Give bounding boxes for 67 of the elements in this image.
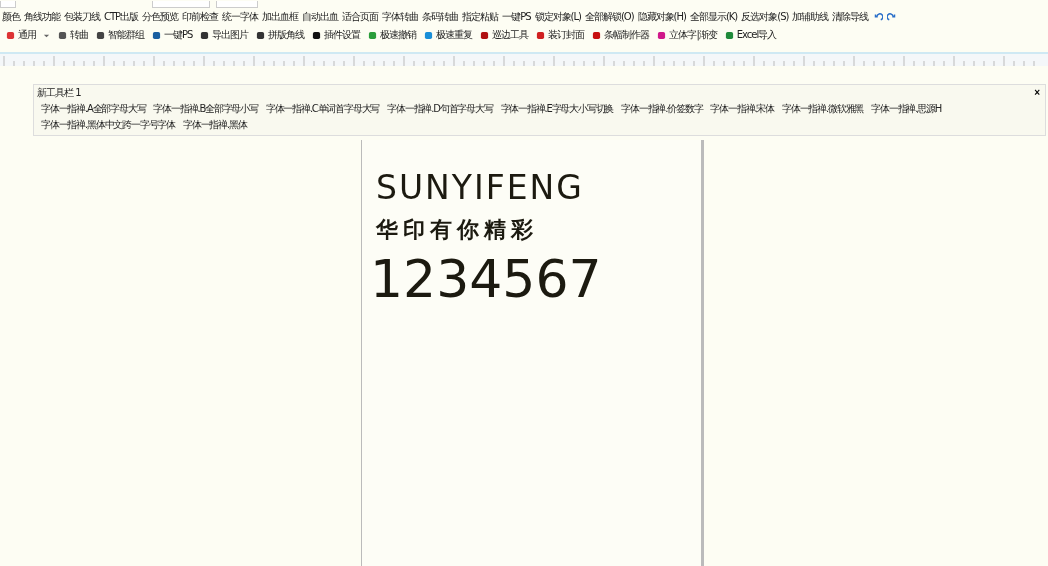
- close-button[interactable]: ×: [1032, 88, 1042, 98]
- tool-icon: [424, 30, 434, 40]
- tool-icon: [312, 30, 322, 40]
- menu-item[interactable]: CTP出版: [102, 10, 141, 24]
- menu-item[interactable]: 统一字体: [220, 10, 261, 24]
- page-text: 1234567: [370, 249, 602, 309]
- tool-icon: [480, 30, 490, 40]
- toolbar-button[interactable]: 拼版角线: [254, 28, 311, 42]
- toolbar-button[interactable]: 字体一指禅.D句首字母大写: [383, 102, 497, 116]
- tool-icon: [256, 30, 266, 40]
- menu-item[interactable]: 指定粘贴: [460, 10, 501, 24]
- page-text: SUNYIFENG: [376, 168, 584, 207]
- menu-item[interactable]: 加出血框: [260, 10, 301, 24]
- toolbar-button[interactable]: 插件设置: [310, 28, 367, 42]
- tool-icon: [58, 30, 67, 40]
- undo-icon[interactable]: [874, 12, 884, 22]
- redo-icon[interactable]: [887, 12, 897, 22]
- menu-item[interactable]: 清除导线: [830, 10, 871, 24]
- menu-item[interactable]: 全部解锁(O): [582, 10, 636, 24]
- tool-icon: [152, 30, 161, 40]
- tool-icon: [200, 30, 210, 40]
- toolbar-button[interactable]: 条幅制作器: [590, 28, 656, 42]
- toolbar-button[interactable]: 字体一指禅.A全部字母大写: [37, 102, 150, 116]
- toolbar-button[interactable]: 字体一指禅.思源H: [867, 102, 946, 116]
- toolbar-button[interactable]: 转曲: [56, 28, 94, 42]
- toolbar-button[interactable]: 字体一指禅.E字母大小写切换: [496, 102, 618, 116]
- tool-icon: [96, 30, 105, 40]
- menu-item[interactable]: 自动出血: [300, 10, 341, 24]
- menu-item[interactable]: 条码转曲: [420, 10, 461, 24]
- menu-item[interactable]: 适合页面: [340, 10, 381, 24]
- menu-item[interactable]: 颜色: [0, 10, 22, 24]
- toolbar-button[interactable]: 字体一指禅.微软雅黑: [778, 102, 868, 116]
- menu-item[interactable]: 全部显示(K): [687, 10, 740, 24]
- toolbar-button[interactable]: 字体一指禅.C单词首字母大写: [261, 102, 384, 116]
- toolbar-button[interactable]: 导出图片: [198, 28, 255, 42]
- tool-icon: [657, 30, 667, 40]
- toolbar-button[interactable]: 极速撤销: [366, 28, 423, 42]
- toolbar-button[interactable]: 立体字|渐变: [655, 28, 723, 42]
- tool-icon: [536, 30, 546, 40]
- toolbar-button[interactable]: 字体一指禅.价签数字: [617, 102, 707, 116]
- toolbar-button[interactable]: 一键PS: [150, 28, 199, 42]
- tool-icon: [368, 30, 378, 40]
- menu-item[interactable]: 锁定对象(L): [532, 10, 583, 24]
- menu-item[interactable]: 包装刀线: [62, 10, 102, 24]
- menu-item[interactable]: 一键PS: [500, 10, 533, 24]
- menu-item[interactable]: 印前检查: [180, 10, 221, 24]
- tool-icon: [592, 30, 602, 40]
- toolbar-button[interactable]: 字体一指禅.B全部字母小写: [149, 102, 262, 116]
- toolbar-button[interactable]: 通用: [4, 28, 56, 42]
- toolbar-button[interactable]: Excel导入: [722, 28, 783, 42]
- menu-item[interactable]: 字体转曲: [380, 10, 421, 24]
- menu-item[interactable]: 分色预览: [140, 10, 181, 24]
- toolbar-button[interactable]: 极速重复: [422, 28, 479, 42]
- menu-item[interactable]: 反选对象(S): [739, 10, 791, 24]
- toolbar-title: 新工具栏 1: [37, 86, 81, 100]
- menu-item[interactable]: 加辅助线: [790, 10, 831, 24]
- menu-item[interactable]: 角线功能: [22, 10, 62, 24]
- toolbar-button[interactable]: 字体一指禅.黑体中文跨一字号字体: [37, 118, 179, 132]
- page-text: 华印有你精彩: [376, 216, 538, 244]
- toolbar-button[interactable]: 装订封面: [534, 28, 591, 42]
- tool-icon: [6, 30, 15, 40]
- toolbar-button[interactable]: 巡边工具: [478, 28, 535, 42]
- menu-item[interactable]: 隐藏对象(H): [635, 10, 688, 24]
- toolbar-button[interactable]: 智能群组: [94, 28, 150, 42]
- toolbar-button[interactable]: 字体一指禅.宋体: [706, 102, 778, 116]
- tool-icon: [724, 30, 734, 40]
- toolbar-button[interactable]: 字体一指禅.黑体: [179, 118, 251, 132]
